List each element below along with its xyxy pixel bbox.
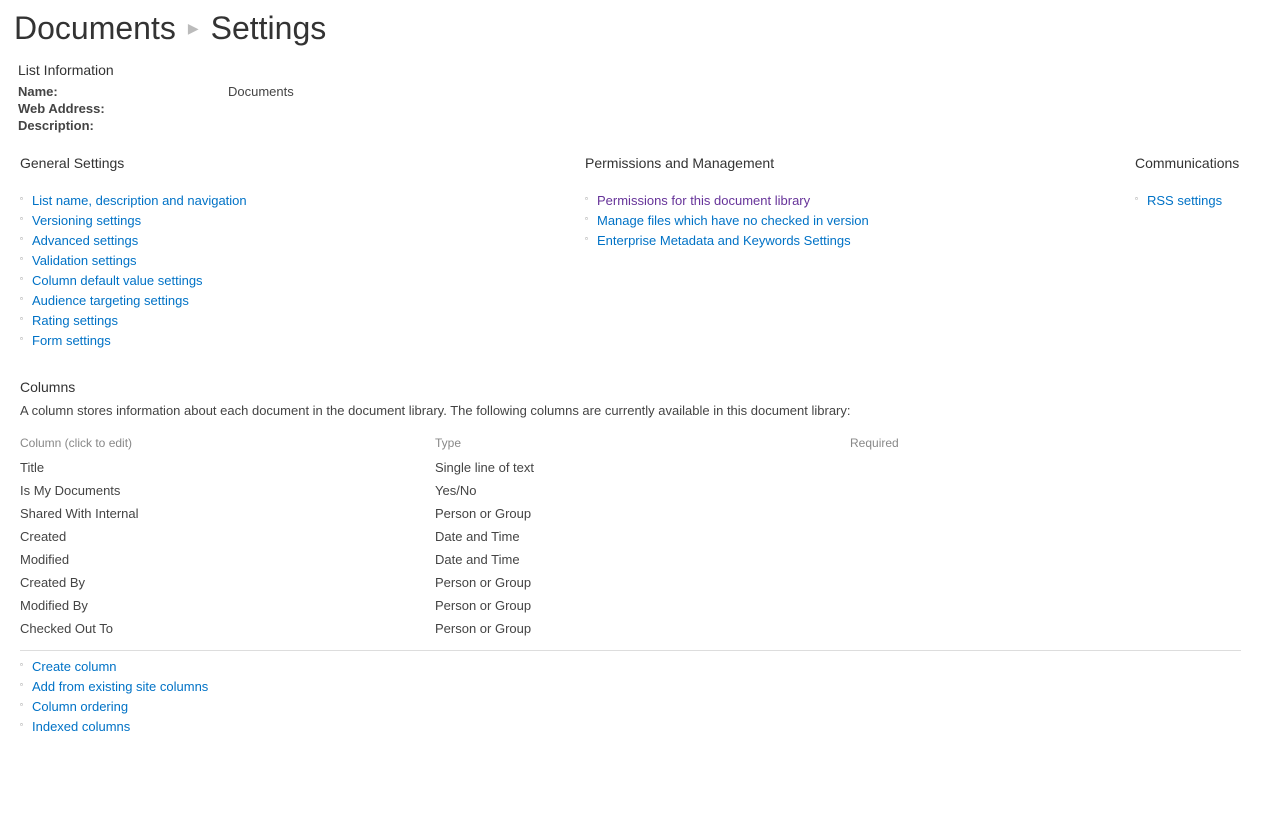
column-type-cell: Person or Group: [435, 617, 850, 640]
list-item: Audience targeting settings: [20, 293, 585, 308]
settings-link[interactable]: Manage files which have no checked in ve…: [597, 213, 869, 228]
table-row: Created ByPerson or Group: [20, 571, 1241, 594]
settings-link[interactable]: Versioning settings: [32, 213, 141, 228]
list-item: Add from existing site columns: [20, 679, 1241, 694]
breadcrumb-library[interactable]: Documents: [14, 12, 176, 44]
list-information: List Information Name: Documents Web Add…: [18, 62, 1247, 133]
column-required-cell: [850, 594, 1241, 617]
general-settings-links: List name, description and navigation Ver…: [20, 193, 585, 348]
list-item: Manage files which have no checked in ve…: [585, 213, 1135, 228]
list-item: Versioning settings: [20, 213, 585, 228]
column-type-cell: Date and Time: [435, 548, 850, 571]
list-item: Column ordering: [20, 699, 1241, 714]
columns-section: Columns A column stores information abou…: [20, 379, 1241, 734]
column-name-cell[interactable]: Title: [20, 456, 435, 479]
permissions-heading: Permissions and Management: [585, 155, 1135, 171]
column-name-cell[interactable]: Checked Out To: [20, 617, 435, 640]
list-item: RSS settings: [1135, 193, 1247, 208]
list-item: Indexed columns: [20, 719, 1241, 734]
breadcrumb-page: Settings: [211, 12, 327, 44]
table-row: CreatedDate and Time: [20, 525, 1241, 548]
list-item: Validation settings: [20, 253, 585, 268]
table-row: Is My DocumentsYes/No: [20, 479, 1241, 502]
column-action-link[interactable]: Add from existing site columns: [32, 679, 208, 694]
list-info-desc-label: Description:: [18, 118, 228, 133]
list-item: Advanced settings: [20, 233, 585, 248]
chevron-right-icon: ▶: [188, 20, 199, 37]
column-name-cell[interactable]: Shared With Internal: [20, 502, 435, 525]
columns-th-name: Column (click to edit): [20, 432, 435, 456]
permissions-links: Permissions for this document library Man…: [585, 193, 1135, 248]
list-item: Permissions for this document library: [585, 193, 1135, 208]
list-item: List name, description and navigation: [20, 193, 585, 208]
settings-link[interactable]: List name, description and navigation: [32, 193, 247, 208]
columns-heading: Columns: [20, 379, 1241, 395]
list-info-heading: List Information: [18, 62, 1247, 78]
column-name-cell[interactable]: Modified: [20, 548, 435, 571]
breadcrumb: Documents ▶ Settings: [14, 12, 1247, 44]
column-name-cell[interactable]: Created By: [20, 571, 435, 594]
communications-heading: Communications: [1135, 155, 1247, 171]
column-name-cell[interactable]: Modified By: [20, 594, 435, 617]
settings-link[interactable]: Column default value settings: [32, 273, 203, 288]
list-info-name-value: Documents: [228, 84, 294, 99]
settings-link[interactable]: Enterprise Metadata and Keywords Setting…: [597, 233, 851, 248]
list-item: Form settings: [20, 333, 585, 348]
settings-link[interactable]: Rating settings: [32, 313, 118, 328]
column-type-cell: Person or Group: [435, 571, 850, 594]
column-type-cell: Date and Time: [435, 525, 850, 548]
list-item: Rating settings: [20, 313, 585, 328]
communications-links: RSS settings: [1135, 193, 1247, 208]
column-type-cell: Yes/No: [435, 479, 850, 502]
settings-link[interactable]: RSS settings: [1147, 193, 1222, 208]
column-actions: Create column Add from existing site colu…: [20, 659, 1241, 734]
list-item: Enterprise Metadata and Keywords Setting…: [585, 233, 1135, 248]
column-type-cell: Single line of text: [435, 456, 850, 479]
list-info-name-label: Name:: [18, 84, 228, 99]
column-required-cell: [850, 525, 1241, 548]
table-row: ModifiedDate and Time: [20, 548, 1241, 571]
table-row: Modified ByPerson or Group: [20, 594, 1241, 617]
columns-table: Column (click to edit) Type Required Tit…: [20, 432, 1241, 640]
columns-th-required: Required: [850, 432, 1241, 456]
settings-columns: General Settings List name, description …: [20, 155, 1247, 353]
column-action-link[interactable]: Indexed columns: [32, 719, 130, 734]
list-item: Create column: [20, 659, 1241, 674]
column-type-cell: Person or Group: [435, 502, 850, 525]
settings-link[interactable]: Audience targeting settings: [32, 293, 189, 308]
column-action-link[interactable]: Create column: [32, 659, 117, 674]
table-row: Checked Out ToPerson or Group: [20, 617, 1241, 640]
column-required-cell: [850, 456, 1241, 479]
column-required-cell: [850, 548, 1241, 571]
separator-line: [20, 650, 1241, 651]
column-type-cell: Person or Group: [435, 594, 850, 617]
settings-link[interactable]: Permissions for this document library: [597, 193, 810, 208]
columns-th-type: Type: [435, 432, 850, 456]
settings-link[interactable]: Form settings: [32, 333, 111, 348]
column-required-cell: [850, 571, 1241, 594]
general-settings-heading: General Settings: [20, 155, 585, 171]
column-required-cell: [850, 479, 1241, 502]
list-item: Column default value settings: [20, 273, 585, 288]
column-required-cell: [850, 502, 1241, 525]
column-name-cell[interactable]: Created: [20, 525, 435, 548]
column-required-cell: [850, 617, 1241, 640]
column-action-link[interactable]: Column ordering: [32, 699, 128, 714]
columns-description: A column stores information about each d…: [20, 403, 1241, 418]
list-info-web-label: Web Address:: [18, 101, 228, 116]
table-row: TitleSingle line of text: [20, 456, 1241, 479]
settings-link[interactable]: Advanced settings: [32, 233, 138, 248]
table-row: Shared With InternalPerson or Group: [20, 502, 1241, 525]
column-name-cell[interactable]: Is My Documents: [20, 479, 435, 502]
settings-link[interactable]: Validation settings: [32, 253, 137, 268]
